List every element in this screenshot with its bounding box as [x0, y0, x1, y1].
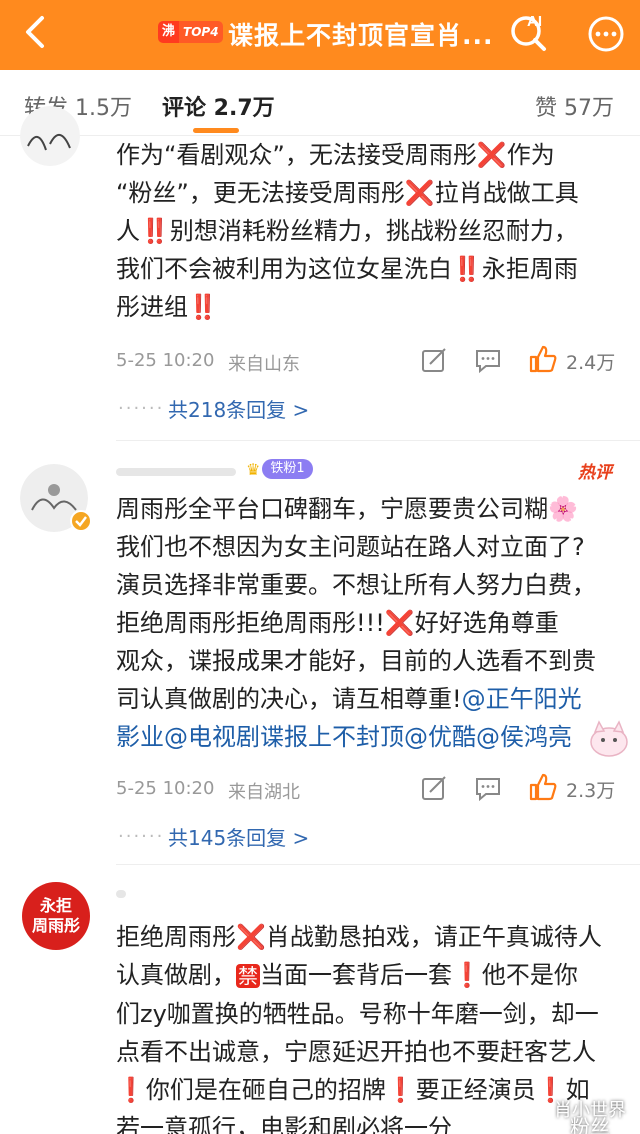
- comment-item: ♛ 铁粉1 热评 周雨彤全平台口碑翻车，宁愿要贵公司糊🌸 我们也不想因为女主问题…: [0, 450, 640, 870]
- cat-sticker-icon: [590, 720, 628, 757]
- comment-line: 们zy咖置换的牺牲品。号称十年磨一剑，却一: [116, 1000, 599, 1028]
- tab-comment[interactable]: 评论 2.7万: [162, 90, 275, 122]
- active-tab-indicator: [193, 128, 239, 133]
- comment-location: 来自山东: [228, 354, 300, 375]
- comment-line: 永拒周雨: [481, 255, 578, 283]
- hot-comment-label: 热评: [578, 463, 612, 483]
- like-thumb-icon[interactable]: [528, 772, 558, 802]
- comment-divider: [116, 864, 640, 865]
- comment-line: 点看不出诚意，宁愿延迟开拍也不要赶客艺人: [116, 1038, 596, 1066]
- avatar[interactable]: [20, 106, 80, 166]
- comment-time: 5-25 10:20: [116, 778, 215, 799]
- comment-line: 观众，谍报成果才能好，目前的人选看不到贵: [116, 647, 596, 675]
- mention-link[interactable]: @电视剧谍报上不封顶: [164, 723, 404, 751]
- hot-badge-label: 沸: [158, 21, 180, 43]
- back-arrow-icon[interactable]: [16, 12, 56, 52]
- reply-thread-dots: ······: [118, 826, 165, 847]
- like-thumb-icon[interactable]: [528, 344, 558, 374]
- comment-item: 永拒 周雨彤 拒绝周雨彤❌肖战勤恳拍戏，请正午真诚待人 认真做剧， 禁当面一套背后…: [0, 872, 640, 1134]
- exclamation-icon: ❗: [116, 1076, 146, 1104]
- blossom-icon: 🌸: [548, 495, 578, 523]
- comment-text: 作为“看剧观众”，无法接受周雨彤❌作为 “粉丝”，更无法接受周雨彤❌拉肖战做工具…: [116, 136, 621, 326]
- comment-line: 我们不会被利用为这位女星洗白: [116, 255, 452, 283]
- exclamation-icon: ❗: [452, 961, 482, 989]
- comment-line: 若一意孤行，电影和剧必将一分: [116, 1114, 452, 1134]
- comment-line: 别想消耗粉丝精力，挑战粉丝忍耐力，: [169, 217, 578, 245]
- fan-level-label: 铁粉1: [262, 459, 313, 479]
- comment-line: 认真做剧，: [116, 961, 236, 989]
- comment-line: 彤进组: [116, 293, 188, 321]
- reply-comment-icon[interactable]: [474, 346, 502, 374]
- crown-icon: ♛: [246, 459, 261, 479]
- tab-like[interactable]: 赞 57万: [535, 90, 614, 122]
- mention-link[interactable]: 影业: [116, 723, 164, 751]
- comment-text: 拒绝周雨彤❌肖战勤恳拍戏，请正午真诚待人 认真做剧， 禁当面一套背后一套❗他不是你…: [116, 918, 626, 1134]
- exclamation-icon: ❗: [385, 1076, 416, 1104]
- view-replies-link[interactable]: 共145条回复 >: [168, 822, 309, 851]
- comment-line: 你们是在砸自己的招牌: [145, 1076, 386, 1104]
- double-exclamation-icon: ‼️: [452, 255, 482, 283]
- view-replies-link[interactable]: 共218条回复 >: [168, 394, 309, 423]
- tab-bar: 转发 1.5万 评论 2.7万 赞 57万: [0, 70, 640, 136]
- share-icon[interactable]: [420, 346, 448, 374]
- share-icon[interactable]: [420, 774, 448, 802]
- comment-line: 作为: [506, 141, 555, 169]
- mention-link[interactable]: @正午阳光: [462, 685, 582, 713]
- comment-time: 5-25 10:20: [116, 350, 215, 371]
- username-blurred[interactable]: [116, 890, 126, 898]
- fan-level-badge: ♛ 铁粉1: [246, 458, 313, 480]
- mention-link[interactable]: @优酷: [404, 723, 476, 751]
- username-blurred[interactable]: [116, 468, 236, 476]
- comment-line: 人: [116, 217, 140, 245]
- cross-mark-icon: ❌: [476, 141, 507, 169]
- like-count: 2.3万: [566, 780, 616, 802]
- watermark-text: 粉丝: [570, 1115, 610, 1134]
- cross-mark-icon: ❌: [404, 179, 435, 207]
- comment-line: 他不是你: [481, 961, 578, 989]
- comment-line: 拉肖战做工具: [434, 179, 579, 207]
- comment-line: 作为“看剧观众”，无法接受周雨彤: [116, 141, 477, 169]
- top-bar: 沸 TOP4 谍报上不封顶官宣肖... AI: [0, 0, 640, 70]
- comment-line: 演员选择非常重要。不想让所有人努力白费，: [116, 571, 596, 599]
- comment-line: 当面一套背后一套: [260, 961, 452, 989]
- page-title[interactable]: 谍报上不封顶官宣肖...: [228, 16, 494, 52]
- avatar[interactable]: 永拒 周雨彤: [22, 882, 90, 950]
- more-options-icon[interactable]: [586, 14, 626, 54]
- comment-line: 司认真做剧的决心，请互相尊重!: [116, 685, 462, 713]
- mention-link[interactable]: @侯鸿亮: [476, 723, 572, 751]
- hot-rank-badge: 沸 TOP4: [158, 20, 223, 44]
- ai-label: AI: [527, 13, 542, 30]
- comment-item: 作为“看剧观众”，无法接受周雨彤❌作为 “粉丝”，更无法接受周雨彤❌拉肖战做工具…: [0, 106, 640, 436]
- comment-location: 来自湖北: [228, 782, 300, 803]
- double-exclamation-icon: ‼️: [140, 217, 170, 245]
- comment-line: 要正经演员: [415, 1076, 536, 1104]
- hot-badge-rank: TOP4: [179, 21, 223, 43]
- avatar-text: 周雨彤: [31, 916, 80, 935]
- cross-mark-icon: ❌: [236, 923, 266, 951]
- like-count: 2.4万: [566, 352, 616, 374]
- reply-thread-dots: ······: [118, 398, 165, 419]
- comment-line: 拒绝周雨彤拒绝周雨彤!!!: [116, 609, 385, 637]
- verified-badge-icon: [70, 510, 92, 532]
- prohibited-badge-icon: 禁: [236, 964, 260, 988]
- comment-text: 周雨彤全平台口碑翻车，宁愿要贵公司糊🌸 我们也不想因为女主问题站在路人对立面了?…: [116, 490, 626, 756]
- comment-line: 拒绝周雨彤: [116, 923, 236, 951]
- comment-line: 肖战勤恳拍戏，请正午真诚待人: [265, 923, 602, 951]
- comment-line: 我们也不想因为女主问题站在路人对立面了?: [116, 533, 585, 561]
- double-exclamation-icon: ‼️: [188, 293, 218, 321]
- ai-search-icon[interactable]: AI: [507, 8, 551, 52]
- cross-mark-icon: ❌: [384, 609, 415, 637]
- avatar-text: 永拒: [39, 896, 72, 915]
- comment-line: 好好选角尊重: [414, 609, 559, 637]
- comment-line: “粉丝”，更无法接受周雨彤: [116, 179, 405, 207]
- reply-comment-icon[interactable]: [474, 774, 502, 802]
- comment-line: 周雨彤全平台口碑翻车，宁愿要贵公司糊: [116, 495, 548, 523]
- comment-divider: [116, 440, 640, 441]
